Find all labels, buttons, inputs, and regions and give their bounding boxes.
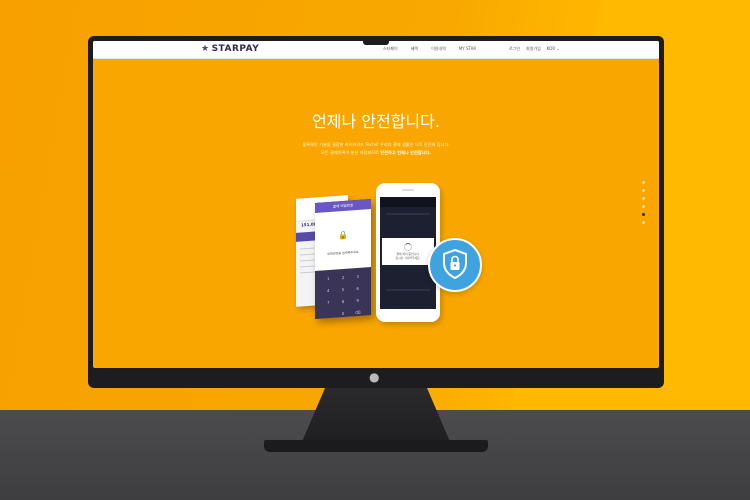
key[interactable]: 7 <box>321 300 336 306</box>
star-icon: ★ <box>201 44 210 54</box>
keypad: 1 2 3 4 5 6 7 8 9 0 ⌫ <box>321 273 365 317</box>
monitor: ★ STARPAY 스타페이 혜택 이용내역 MY STAR 로그인 회원가입 K… <box>88 36 664 388</box>
phone-screen: 결제 처리 중입니다. 잠시만 기다려주세요. <box>380 197 436 309</box>
screen: ★ STARPAY 스타페이 혜택 이용내역 MY STAR 로그인 회원가입 K… <box>93 41 659 368</box>
brand-name: STARPAY <box>211 44 260 54</box>
pager-dot[interactable] <box>642 221 645 224</box>
key[interactable] <box>321 312 336 318</box>
key[interactable]: 1 <box>321 276 336 282</box>
phone-app-bar <box>380 197 436 207</box>
phone-speaker <box>402 189 414 191</box>
security-badge <box>428 238 482 292</box>
pager-dot[interactable] <box>642 205 645 208</box>
key[interactable]: 9 <box>350 297 365 303</box>
nav-item-mystar[interactable]: MY STAR <box>459 46 476 52</box>
phone-line <box>386 213 430 215</box>
key[interactable]: 5 <box>336 286 351 292</box>
password-prompt: 비밀번호를 입력해주세요 <box>327 249 359 257</box>
hero-desc-line2-plain: 모든 결제기록이 분산 저장되므로 <box>320 150 379 155</box>
nav-item-history[interactable]: 이용내역 <box>431 46 446 52</box>
nav-menu: 스타페이 혜택 이용내역 MY STAR <box>383 46 476 52</box>
pager-dot[interactable] <box>642 189 645 192</box>
key-backspace[interactable]: ⌫ <box>350 309 365 315</box>
key[interactable]: 8 <box>336 298 351 304</box>
key[interactable]: 2 <box>336 274 351 280</box>
nav-item-starpay[interactable]: 스타페이 <box>383 46 398 52</box>
login-link[interactable]: 로그인 <box>509 46 520 52</box>
top-nav: ★ STARPAY 스타페이 혜택 이용내역 MY STAR 로그인 회원가입 K… <box>93 41 659 59</box>
hero-desc-line2-bold: 안전하고 언제나 안전합니다. <box>380 150 432 155</box>
section-pager <box>642 181 645 224</box>
processing-text-line2: 잠시만 기다려주세요. <box>395 255 421 260</box>
signup-link[interactable]: 회원가입 <box>526 46 541 52</box>
pager-dot[interactable] <box>642 197 645 200</box>
nav-item-benefits[interactable]: 혜택 <box>411 46 418 52</box>
phone-line <box>386 289 430 291</box>
lock-icon: 🔒 <box>338 230 348 241</box>
key[interactable]: 6 <box>350 285 365 291</box>
password-panel: 🔒 비밀번호를 입력해주세요 <box>315 209 371 271</box>
nav-account: 로그인 회원가입 KOR ⌄ <box>509 46 560 52</box>
hero-desc-line2: 모든 결제기록이 분산 저장되므로 안전하고 언제나 안전합니다. <box>93 149 659 157</box>
hero-title: 언제나 안전합니다. <box>312 112 440 131</box>
monitor-stand-base <box>264 440 488 452</box>
pager-dot-active[interactable] <box>642 213 645 216</box>
key[interactable]: 4 <box>321 288 336 294</box>
starpay-logo[interactable]: ★ STARPAY <box>201 44 259 54</box>
processing-text: 결제 처리 중입니다. 잠시만 기다려주세요. <box>382 252 434 260</box>
language-select[interactable]: KOR ⌄ <box>547 46 560 52</box>
loading-spinner-icon <box>404 243 412 251</box>
hero-desc-line1: 블록체인 기술을 결합한 하이브리드 Tech로 우리의 결제 생활은 더욱 안… <box>302 142 450 147</box>
app-card-password: 결제 비밀번호 🔒 비밀번호를 입력해주세요 1 2 3 4 5 6 7 8 9… <box>315 199 371 319</box>
processing-popup: 결제 처리 중입니다. 잠시만 기다려주세요. <box>382 238 434 265</box>
monitor-stand <box>301 388 451 444</box>
pager-dot[interactable] <box>642 181 645 184</box>
key[interactable]: 0 <box>336 310 351 316</box>
key[interactable]: 3 <box>350 273 365 279</box>
apple-logo-icon: ● <box>369 370 380 384</box>
hero-description: 블록체인 기술을 결합한 하이브리드 Tech로 우리의 결제 생활은 더욱 안… <box>93 141 659 157</box>
camera-notch <box>363 41 389 45</box>
shield-lock-icon <box>443 249 467 279</box>
